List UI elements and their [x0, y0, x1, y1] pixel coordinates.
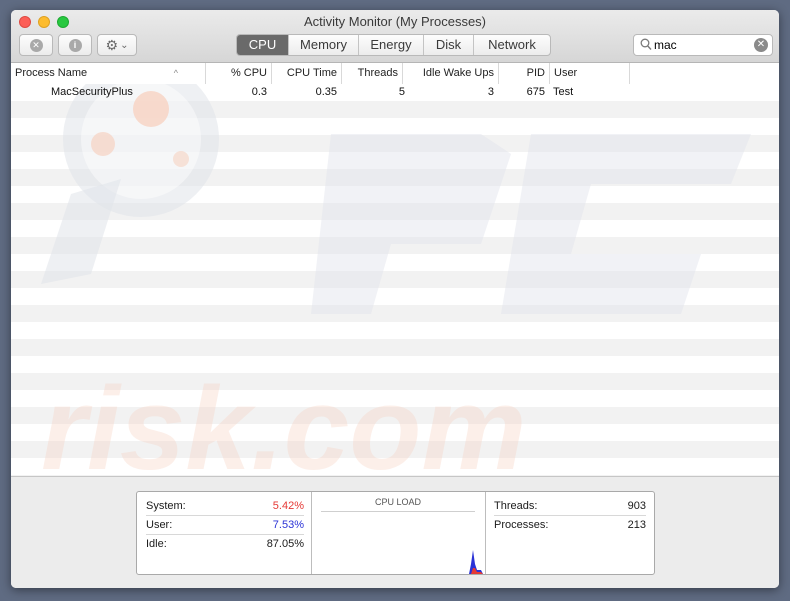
cpu-time: 0.35 [315, 86, 337, 98]
column-threads[interactable]: Threads [341, 63, 402, 84]
tab-cpu[interactable]: CPU [237, 35, 289, 55]
cpu-percent: 0.3 [251, 86, 267, 98]
watermark-logo: risk.com [41, 84, 751, 476]
process-name: MacSecurityPlus [51, 86, 133, 98]
sort-ascending-icon: ^ [173, 68, 178, 78]
window-title: Activity Monitor (My Processes) [303, 14, 487, 29]
idle-value: 87.05% [266, 538, 304, 550]
tab-energy[interactable]: Energy [359, 35, 424, 55]
table-row[interactable]: MacSecurityPlus 0.3 0.35 5 3 675 Test [11, 84, 779, 101]
user-stat: User: 7.53% [146, 516, 304, 535]
view-tabs: CPU Memory Energy Disk Network [236, 34, 551, 56]
tab-memory[interactable]: Memory [289, 35, 359, 55]
tab-disk[interactable]: Disk [424, 35, 474, 55]
idle-wake-ups: 3 [487, 86, 494, 98]
column-pid[interactable]: PID [498, 63, 549, 84]
info-icon: i [68, 38, 82, 52]
cpu-summary-panel: System: 5.42% User: 7.53% Idle: 87.05% C… [136, 491, 655, 575]
system-value: 5.42% [272, 500, 304, 512]
column-process-name[interactable]: Process Name ^ [11, 63, 186, 84]
svg-text:risk.com: risk.com [41, 363, 526, 476]
column-spacer [629, 63, 779, 84]
column-user[interactable]: User [549, 63, 629, 84]
title-bar: Activity Monitor (My Processes) ✕ i ⚙ ⌄ … [11, 10, 779, 63]
stop-process-button[interactable]: ✕ [19, 34, 53, 56]
tab-network[interactable]: Network [474, 35, 550, 55]
clear-search-icon[interactable]: ✕ [754, 38, 768, 52]
column-cpu-percent[interactable]: % CPU [205, 63, 271, 84]
cpu-load-graph [469, 550, 483, 574]
column-cpu-time[interactable]: CPU Time [271, 63, 341, 84]
user: Test [553, 86, 574, 98]
search-field[interactable]: ✕ [633, 34, 773, 56]
user-value: 7.53% [272, 519, 304, 531]
processes-stat: Processes: 213 [494, 516, 646, 534]
cpu-load-title: CPU LOAD [321, 497, 475, 512]
cpu-load-section: CPU LOAD [311, 492, 486, 574]
inspect-process-button[interactable]: i [58, 34, 92, 56]
action-menu-button[interactable]: ⚙ ⌄ [97, 34, 137, 56]
close-icon: ✕ [29, 38, 43, 52]
column-idle-wake-ups[interactable]: Idle Wake Ups [402, 63, 498, 84]
process-list: risk.com MacSecurityPlus 0.3 0.35 5 3 67… [11, 84, 779, 476]
thread-process-section: Threads: 903 Processes: 213 [485, 492, 654, 574]
chevron-down-icon: ⌄ [120, 39, 129, 51]
search-input[interactable] [654, 37, 750, 53]
idle-stat: Idle: 87.05% [146, 535, 304, 553]
thread-count: 5 [398, 86, 405, 98]
threads-value: 903 [627, 500, 646, 512]
search-icon [640, 38, 652, 50]
processes-value: 213 [627, 519, 646, 531]
cpu-summary-bar: System: 5.42% User: 7.53% Idle: 87.05% C… [11, 476, 779, 588]
pid: 675 [526, 86, 545, 98]
activity-monitor-window: Activity Monitor (My Processes) ✕ i ⚙ ⌄ … [11, 10, 779, 588]
threads-stat: Threads: 903 [494, 497, 646, 516]
table-header: Process Name ^ % CPU CPU Time Threads Id… [11, 63, 779, 85]
cpu-usage-section: System: 5.42% User: 7.53% Idle: 87.05% [137, 492, 312, 574]
gear-icon: ⚙ [105, 36, 119, 53]
system-stat: System: 5.42% [146, 497, 304, 516]
